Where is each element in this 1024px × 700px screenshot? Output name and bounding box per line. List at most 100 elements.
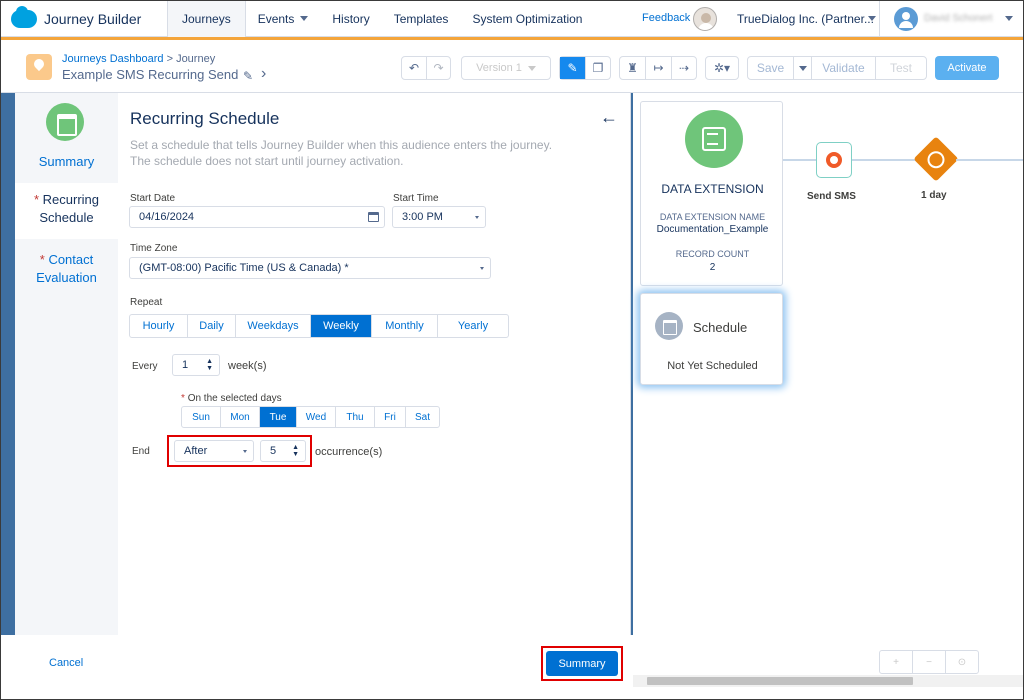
repeat-yearly[interactable]: Yearly xyxy=(438,315,508,337)
stepper-arrows-icon[interactable]: ▲ ▼ xyxy=(292,444,299,458)
time-zone-label: Time Zone xyxy=(130,243,178,254)
tab-journeys[interactable]: Journeys xyxy=(167,1,246,37)
journey-canvas: DATA EXTENSION DATA EXTENSION NAME Docum… xyxy=(633,93,1023,691)
save-button[interactable]: Save xyxy=(748,57,794,79)
action-buttons: Save Validate Test xyxy=(747,56,927,80)
zoom-out-button[interactable]: − xyxy=(913,651,946,673)
repeat-segmented-control: Hourly Daily Weekdays Weekly Monthly Yea… xyxy=(129,314,509,338)
chevron-down-icon xyxy=(475,216,479,219)
panel-footer: Cancel Summary xyxy=(1,635,633,691)
version-select[interactable]: Version 1 xyxy=(461,56,551,80)
day-thu[interactable]: Thu xyxy=(336,407,375,427)
day-mon[interactable]: Mon xyxy=(221,407,260,427)
validate-button[interactable]: Validate xyxy=(812,57,876,79)
start-date-input[interactable]: 04/16/2024 xyxy=(129,206,385,228)
back-arrow-icon[interactable]: ← xyxy=(600,107,618,128)
send-sms-icon[interactable] xyxy=(816,142,852,178)
send-sms-label: Send SMS xyxy=(807,191,856,202)
top-navigation: Journey Builder Journeys Events History … xyxy=(1,1,1023,37)
gear-icon[interactable]: ✲▾ xyxy=(706,57,738,79)
day-sun[interactable]: Sun xyxy=(182,407,221,427)
zoom-fit-icon[interactable]: ⊙ xyxy=(946,651,978,673)
end-count-stepper[interactable]: 5 ▲ ▼ xyxy=(260,440,306,462)
feedback-link[interactable]: Feedback xyxy=(642,12,690,24)
end-mode-select[interactable]: After xyxy=(174,440,254,462)
flow-connector xyxy=(956,159,1023,161)
schedule-card[interactable]: Schedule Not Yet Scheduled xyxy=(640,293,783,385)
user-name[interactable]: David Schonert xyxy=(924,13,992,24)
start-time-select[interactable]: 3:00 PM xyxy=(392,206,486,228)
activate-button[interactable]: Activate xyxy=(935,56,999,80)
journey-name: Example SMS Recurring Send xyxy=(62,67,239,82)
cancel-button[interactable]: Cancel xyxy=(49,657,83,669)
zoom-controls: + − ⊙ xyxy=(879,650,979,674)
repeat-label: Repeat xyxy=(130,297,163,308)
entry-settings-icon[interactable]: ⇢ xyxy=(672,57,696,79)
tab-history[interactable]: History xyxy=(320,1,381,37)
tab-templates[interactable]: Templates xyxy=(382,1,461,37)
summary-button[interactable]: Summary xyxy=(546,651,618,676)
view-mode-group: ✎ ❐ xyxy=(559,56,611,80)
time-zone-select[interactable]: (GMT-08:00) Pacific Time (US & Canada) * xyxy=(129,257,491,279)
exit-criteria-icon[interactable]: ↦ xyxy=(646,57,672,79)
day-fri[interactable]: Fri xyxy=(375,407,406,427)
scrollbar-thumb[interactable] xyxy=(647,677,913,685)
chevron-down-icon[interactable] xyxy=(1005,16,1013,21)
repeat-weekly[interactable]: Weekly xyxy=(311,315,372,337)
breadcrumb: Journeys Dashboard > Journey xyxy=(62,53,216,65)
tab-system-optimization[interactable]: System Optimization xyxy=(460,1,594,37)
tab-events[interactable]: Events xyxy=(246,1,321,37)
undo-redo-group: ↶ ↷ xyxy=(401,56,451,80)
undo-icon[interactable]: ↶ xyxy=(402,57,427,79)
goal-trophy-icon[interactable]: ♜ xyxy=(620,57,646,79)
chevron-right-icon[interactable]: › xyxy=(261,65,266,83)
de-name-label: DATA EXTENSION NAME xyxy=(659,212,766,222)
chevron-down-icon xyxy=(300,16,309,21)
chevron-down-icon[interactable] xyxy=(868,16,876,21)
repeat-hourly[interactable]: Hourly xyxy=(130,315,188,337)
day-wed[interactable]: Wed xyxy=(297,407,336,427)
repeat-monthly[interactable]: Monthly xyxy=(372,315,438,337)
calendar-icon xyxy=(655,312,683,340)
sidebar-item-summary[interactable]: Summary xyxy=(15,153,118,171)
schedule-status: Not Yet Scheduled xyxy=(667,360,758,372)
start-time-label: Start Time xyxy=(393,193,439,204)
data-extension-icon xyxy=(685,110,743,168)
chevron-down-icon xyxy=(243,450,247,453)
wait-clock-icon[interactable] xyxy=(913,136,959,182)
horizontal-scrollbar[interactable] xyxy=(633,675,1023,687)
sidebar-item-contact-evaluation[interactable]: * Contact Evaluation xyxy=(15,251,118,287)
every-stepper[interactable]: 1 ▲ ▼ xyxy=(172,354,220,376)
app-window: Journey Builder Journeys Events History … xyxy=(0,0,1024,700)
app-brand[interactable]: Journey Builder xyxy=(1,1,167,37)
copy-icon[interactable]: ❐ xyxy=(586,57,610,79)
test-button[interactable]: Test xyxy=(876,57,926,79)
chevron-down-icon xyxy=(798,65,807,71)
org-switcher[interactable]: TrueDialog Inc. (Partner... xyxy=(737,12,874,26)
edit-mode-icon[interactable]: ✎ xyxy=(560,57,586,79)
feedback-avatar xyxy=(693,7,717,31)
repeat-daily[interactable]: Daily xyxy=(188,315,236,337)
de-title: DATA EXTENSION xyxy=(661,182,764,196)
edit-name-icon[interactable]: ✎ xyxy=(243,69,253,83)
user-avatar[interactable] xyxy=(894,7,918,31)
save-menu-button[interactable] xyxy=(794,57,812,79)
day-sat[interactable]: Sat xyxy=(406,407,439,427)
days-segmented-control: Sun Mon Tue Wed Thu Fri Sat xyxy=(181,406,440,428)
de-name-value: Documentation_Example xyxy=(656,224,769,235)
stepper-arrows-icon[interactable]: ▲ ▼ xyxy=(206,358,213,372)
every-unit: week(s) xyxy=(228,360,267,372)
redo-icon[interactable]: ↷ xyxy=(427,57,450,79)
every-label: Every xyxy=(132,361,158,372)
repeat-weekdays[interactable]: Weekdays xyxy=(236,315,311,337)
flow-connector xyxy=(783,159,816,161)
goal-exit-group: ♜ ↦ ⇢ xyxy=(619,56,697,80)
data-extension-entry-card[interactable]: DATA EXTENSION DATA EXTENSION NAME Docum… xyxy=(640,101,783,286)
zoom-in-button[interactable]: + xyxy=(880,651,913,673)
day-tue[interactable]: Tue xyxy=(260,407,297,427)
calendar-icon[interactable] xyxy=(368,212,379,222)
sidebar-item-recurring-schedule[interactable]: * Recurring Schedule xyxy=(15,183,118,239)
breadcrumb-current: Journey xyxy=(176,53,216,65)
breadcrumb-dashboard-link[interactable]: Journeys Dashboard xyxy=(62,53,164,65)
flow-connector xyxy=(852,159,918,161)
